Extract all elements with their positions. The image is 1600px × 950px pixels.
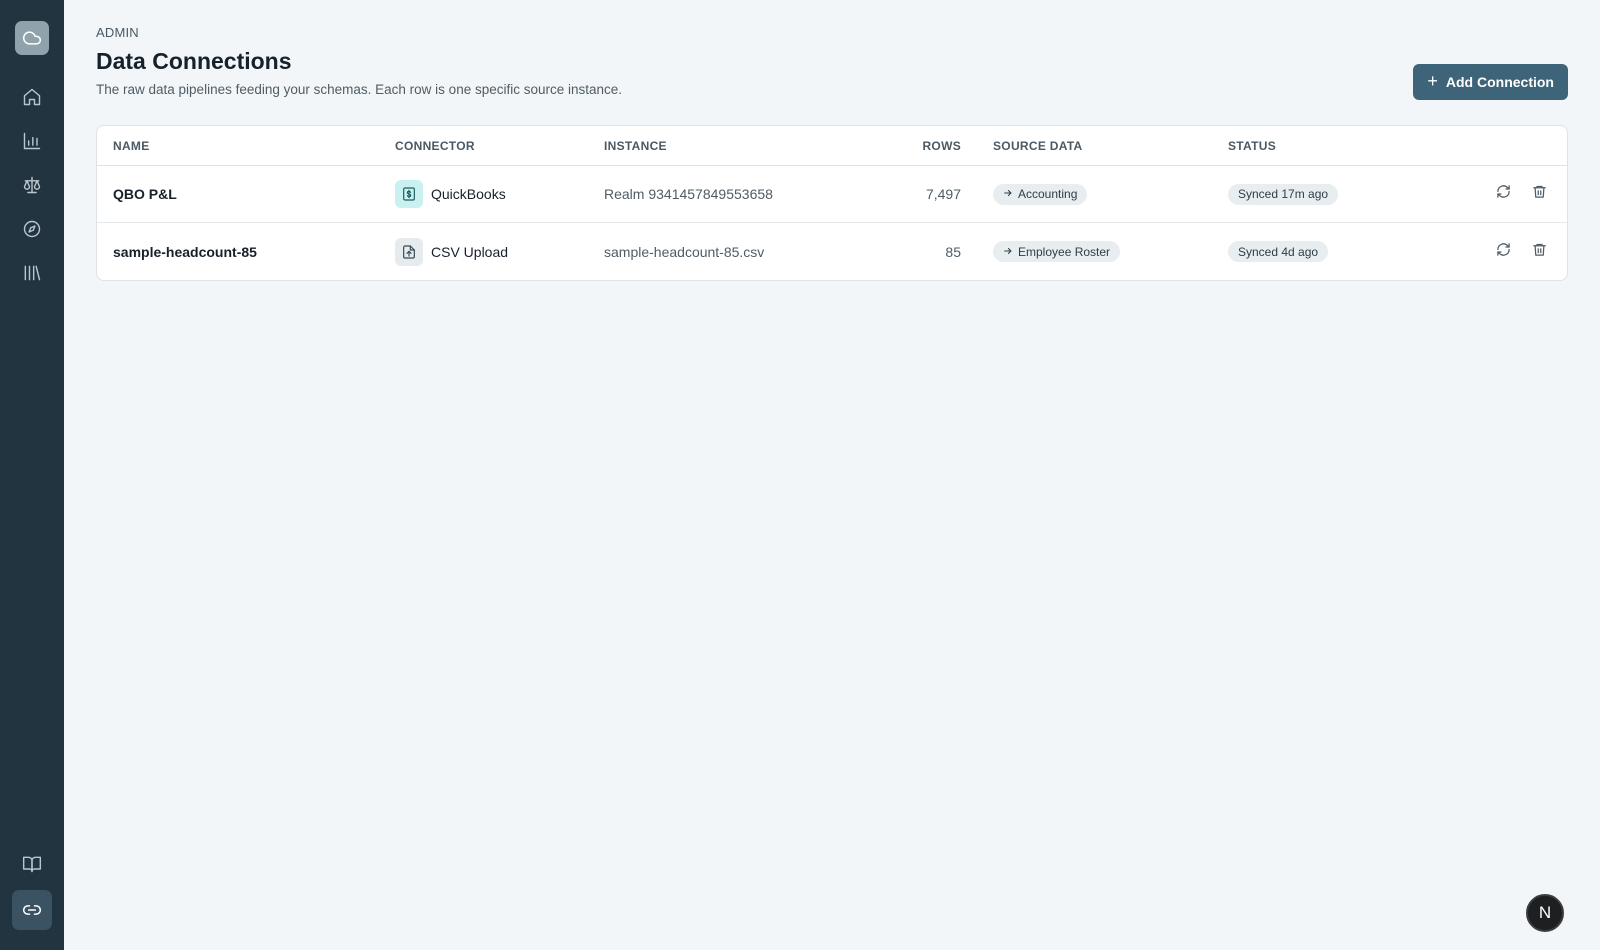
connections-table: NAME CONNECTOR INSTANCE ROWS SOURCE DATA… [96,125,1568,281]
refresh-button[interactable] [1495,184,1511,204]
sidebar-item-library[interactable] [12,255,52,291]
home-icon [22,87,42,107]
avatar[interactable]: N [1526,894,1564,932]
add-connection-button[interactable]: + Add Connection [1413,64,1568,100]
source-data-label: Employee Roster [1018,244,1111,259]
connection-name[interactable]: sample-headcount-85 [113,244,257,260]
source-data-badge[interactable]: Employee Roster [993,241,1121,262]
status-badge: Synced 17m ago [1228,183,1339,205]
file-upload-icon [395,237,423,266]
row-count: 85 [945,243,961,260]
column-header-instance[interactable]: INSTANCE [604,139,667,153]
column-header-status[interactable]: STATUS [1228,139,1276,153]
app-logo[interactable] [15,21,49,55]
source-data-cell: Accounting [993,183,1088,205]
status-badge: Synced 4d ago [1228,241,1329,262]
row-count: 7,497 [925,186,961,202]
table-row[interactable]: QBO P&L QuickBooks Realm 934145784955365… [97,166,1567,223]
source-data-label: Accounting [1018,187,1078,201]
sidebar-item-explore[interactable] [12,211,52,247]
source-data-badge[interactable]: Accounting [993,183,1088,205]
library-icon [22,263,42,283]
table-header: NAME CONNECTOR INSTANCE ROWS SOURCE DATA… [97,126,1567,166]
sidebar-item-balance[interactable] [12,167,52,203]
connector-name: CSV Upload [431,243,509,260]
sidebar [0,0,64,950]
refresh-icon [1496,184,1511,204]
trash-icon [1532,242,1547,262]
link-icon [22,900,42,920]
plus-icon: + [1427,71,1438,91]
compass-icon [22,219,42,239]
sidebar-nav [12,79,52,291]
page-title: Data Connections [96,48,292,74]
arrow-right-icon [1003,187,1013,201]
column-header-source-data[interactable]: SOURCE DATA [993,139,1083,153]
sidebar-item-docs[interactable] [12,846,52,882]
connector-cell: QuickBooks [395,180,506,208]
refresh-button[interactable] [1495,242,1511,262]
cloud-icon [22,28,42,48]
row-actions [1495,184,1547,204]
sidebar-bottom-nav [0,846,64,930]
status-cell: Synced 17m ago [1228,183,1339,205]
add-connection-label: Add Connection [1445,74,1554,90]
trash-icon [1532,184,1547,204]
arrow-right-icon [1003,245,1013,259]
delete-button[interactable] [1531,184,1547,204]
sidebar-item-connections[interactable] [12,890,52,930]
row-actions [1495,242,1547,262]
connector-name: QuickBooks [431,186,506,202]
page-subtitle: The raw data pipelines feeding your sche… [96,82,623,97]
connector-cell: CSV Upload [395,237,509,266]
status-cell: Synced 4d ago [1228,241,1329,262]
delete-button[interactable] [1531,242,1547,262]
instance-value: sample-headcount-85.csv [604,243,765,260]
sidebar-item-reports[interactable] [12,123,52,159]
sidebar-item-home[interactable] [12,79,52,115]
book-open-icon [22,854,42,874]
column-header-rows[interactable]: ROWS [922,139,961,153]
avatar-initial: N [1538,903,1552,922]
table-row[interactable]: sample-headcount-85 CSV Upload sample-he… [97,223,1567,280]
source-data-cell: Employee Roster [993,241,1121,262]
scale-icon [22,175,42,195]
connection-name[interactable]: QBO P&L [113,186,177,202]
instance-value: Realm 9341457849553658 [604,186,773,202]
breadcrumb: ADMIN [96,25,139,40]
column-header-connector[interactable]: CONNECTOR [395,139,475,153]
dollar-document-icon [395,180,423,208]
refresh-icon [1496,242,1511,262]
bar-chart-icon [22,131,42,151]
column-header-name[interactable]: NAME [113,139,150,153]
